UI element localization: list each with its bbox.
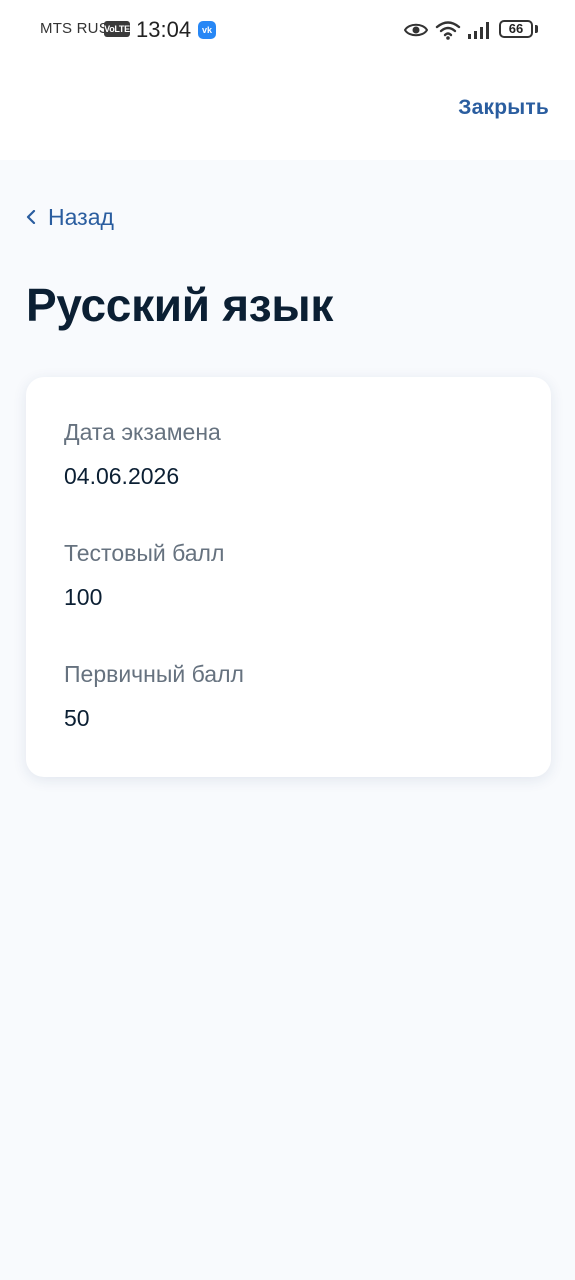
exam-date-field: Дата экзамена 04.06.2026 [64,417,221,491]
battery-icon: 66 [499,20,533,38]
exam-result-card: Дата экзамена 04.06.2026 Тестовый балл 1… [26,377,551,777]
back-label: Назад [48,203,114,230]
primary-score-value: 50 [64,705,90,731]
test-score-value: 100 [64,584,103,610]
status-time: 13:04 [136,17,192,42]
status-bar: MTS RUS VoLTE 13:04 vk 66 [0,0,575,60]
page-title: Русский язык [26,279,334,331]
primary-score-field: Первичный балл 50 [64,659,244,733]
battery-tip [535,25,538,33]
back-button[interactable]: Назад [24,202,114,232]
signal-icon [468,22,489,39]
primary-score-label: Первичный балл [64,661,244,687]
exam-date-value: 04.06.2026 [64,463,180,489]
battery-level: 66 [508,21,524,36]
vk-icon: vk [198,21,216,39]
carrier-name: MTS RUS [40,20,109,37]
chevron-left-icon [26,210,36,224]
wifi-icon [435,21,461,40]
test-score-field: Тестовый балл 100 [64,538,224,612]
eye-icon [404,23,428,37]
volte-badge: VoLTE [104,21,130,37]
close-button[interactable]: Закрыть [458,96,549,120]
test-score-label: Тестовый балл [64,540,225,566]
exam-date-label: Дата экзамена [64,419,221,445]
